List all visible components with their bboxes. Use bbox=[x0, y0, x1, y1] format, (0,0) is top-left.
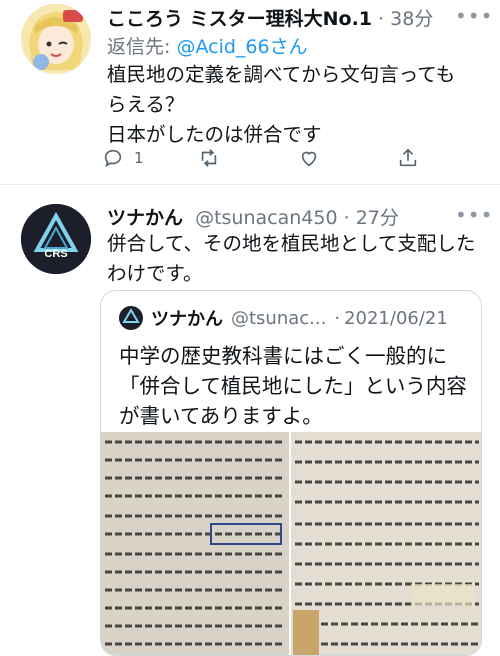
share-icon bbox=[399, 148, 417, 167]
textbook-photo-right[interactable] bbox=[291, 432, 481, 655]
replying-handle-link[interactable]: @Acid_66さん bbox=[176, 36, 307, 58]
retweet-button[interactable] bbox=[197, 147, 221, 169]
textbook-page-image bbox=[291, 432, 481, 655]
tweet-text-line: 植民地の定義を調べてから文句言っても bbox=[107, 63, 456, 86]
avatar-logo-text: CRS bbox=[44, 248, 68, 260]
tweet-header: ツナかん @tsunacan450 · 27分 bbox=[107, 203, 399, 230]
quoted-date: 2021/06/21 bbox=[344, 307, 448, 329]
more-icon[interactable]: ••• bbox=[455, 4, 493, 28]
replying-to: 返信先: @Acid_66さん bbox=[107, 32, 308, 59]
quoted-separator-dot: · bbox=[334, 307, 341, 329]
tweet-text-line: わけです。 bbox=[107, 262, 203, 285]
textbook-photo-left[interactable] bbox=[101, 432, 289, 655]
retweet-icon bbox=[201, 149, 217, 167]
display-name[interactable]: ツナかん bbox=[107, 207, 183, 229]
tweet-text: 併合して、その地を植民地として支配した わけです。 bbox=[107, 229, 497, 289]
crs-logo bbox=[21, 204, 91, 274]
reply-button[interactable]: 1 bbox=[102, 147, 144, 169]
textbook-page-image bbox=[101, 432, 289, 655]
reply-icon bbox=[104, 149, 122, 168]
reply-count: 1 bbox=[134, 149, 144, 167]
quoted-avatar bbox=[119, 306, 143, 330]
tweet-1[interactable]: こころう ミスター理科大No.1 · 38分 ••• 返信先: @Acid_66… bbox=[0, 0, 500, 182]
separator-dot: · bbox=[343, 207, 356, 229]
avatar[interactable] bbox=[21, 4, 91, 74]
more-icon[interactable]: ••• bbox=[455, 203, 493, 227]
display-name[interactable]: こころう ミスター理科大No.1 bbox=[107, 8, 372, 30]
tweet-text: 植民地の定義を調べてから文句言っても らえる？ 日本がしたのは併合です bbox=[107, 60, 497, 150]
quoted-media[interactable] bbox=[101, 432, 481, 655]
share-button[interactable] bbox=[397, 147, 419, 169]
timestamp[interactable]: 27分 bbox=[356, 207, 399, 229]
quoted-text-line: 中学の歴史教科書にはごく一般的に bbox=[119, 344, 447, 368]
tweet-text-line: 日本がしたのは併合です bbox=[107, 123, 322, 146]
like-button[interactable] bbox=[298, 147, 320, 169]
tweet-header: こころう ミスター理科大No.1 · 38分 bbox=[107, 4, 433, 31]
replying-prefix: 返信先: bbox=[107, 36, 177, 58]
quoted-text: 中学の歴史教科書にはごく一般的に 「併合して植民地にした」という内容 が書いてあ… bbox=[119, 341, 469, 431]
timestamp[interactable]: 38分 bbox=[390, 8, 433, 30]
quoted-tweet-header: ツナかん @tsunac... · 2021/06/21 bbox=[119, 305, 448, 331]
quoted-text-line: 「併合して植民地にした」という内容 bbox=[119, 374, 467, 398]
quoted-text-line: が書いてありますよ。 bbox=[119, 404, 323, 428]
separator-dot: · bbox=[378, 8, 391, 30]
avatar-illustration bbox=[21, 4, 91, 74]
crs-logo-small bbox=[122, 308, 140, 323]
quoted-handle: @tsunac... bbox=[231, 307, 327, 329]
user-handle[interactable]: @tsunacan450 bbox=[195, 207, 337, 229]
tweet-text-line: 併合して、その地を植民地として支配した bbox=[107, 232, 476, 255]
avatar[interactable]: CRS bbox=[21, 204, 91, 274]
quoted-tweet[interactable]: ツナかん @tsunac... · 2021/06/21 中学の歴史教科書にはご… bbox=[100, 290, 482, 656]
tweet-text-line: らえる？ bbox=[107, 93, 185, 116]
like-icon bbox=[301, 151, 317, 167]
quoted-display-name: ツナかん bbox=[151, 309, 223, 330]
